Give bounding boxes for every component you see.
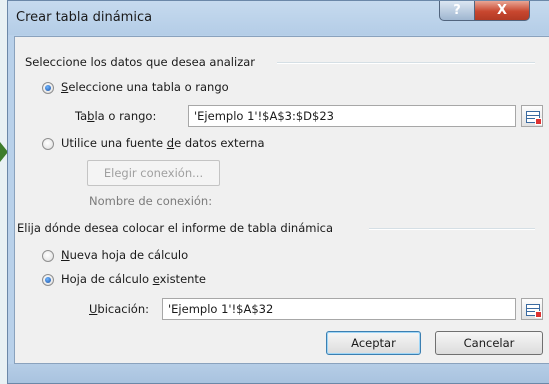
location-section-title: Elija dónde desea colocar el informe de … [17, 221, 334, 235]
data-section-divider [277, 62, 535, 64]
radio-select-table-label[interactable]: Seleccione una tabla o rango [61, 80, 229, 94]
pivot-table-dialog: Crear tabla dinámica ? X Seleccione los … [7, 0, 549, 384]
help-button[interactable]: ? [439, 1, 475, 21]
range-input[interactable]: 'Ejemplo 1'!$A$3:$D$23 [188, 105, 516, 127]
connection-name-label: Nombre de conexión: [89, 194, 213, 208]
close-icon: X [496, 3, 508, 18]
range-label: Tabla o rango: [75, 109, 157, 123]
location-section-divider [369, 228, 535, 230]
radio-existing-sheet-label[interactable]: Hoja de cálculo existente [61, 272, 206, 286]
location-picker-icon [526, 304, 542, 318]
cancel-label: Cancelar [463, 336, 515, 350]
data-section-title: Seleccione los datos que desea analizar [25, 55, 256, 69]
dialog-body: Seleccione los datos que desea analizar … [14, 36, 549, 364]
title-bar: Crear tabla dinámica ? X [8, 1, 549, 35]
location-select-button[interactable] [521, 298, 543, 320]
radio-select-table[interactable] [42, 82, 54, 94]
choose-connection-label: Elegir conexión... [103, 166, 204, 180]
radio-existing-sheet[interactable] [42, 274, 54, 286]
cancel-button[interactable]: Cancelar [435, 331, 543, 355]
window-bottom-frame [8, 364, 549, 383]
location-input[interactable]: 'Ejemplo 1'!$A$32 [162, 298, 516, 320]
radio-external-source[interactable] [42, 138, 54, 150]
radio-new-sheet-label[interactable]: Nueva hoja de cálculo [61, 248, 188, 262]
close-button[interactable]: X [474, 1, 530, 21]
window-title: Crear tabla dinámica [16, 10, 153, 25]
help-icon: ? [453, 3, 461, 18]
radio-new-sheet[interactable] [42, 250, 54, 262]
choose-connection-button[interactable]: Elegir conexión... [87, 160, 220, 186]
accept-label: Aceptar [351, 336, 396, 350]
range-select-button[interactable] [521, 105, 543, 127]
radio-external-source-label[interactable]: Utilice una fuente de datos externa [61, 136, 265, 150]
range-picker-icon [526, 111, 542, 125]
location-label: Ubicación: [89, 302, 150, 316]
accept-button[interactable]: Aceptar [326, 331, 421, 355]
